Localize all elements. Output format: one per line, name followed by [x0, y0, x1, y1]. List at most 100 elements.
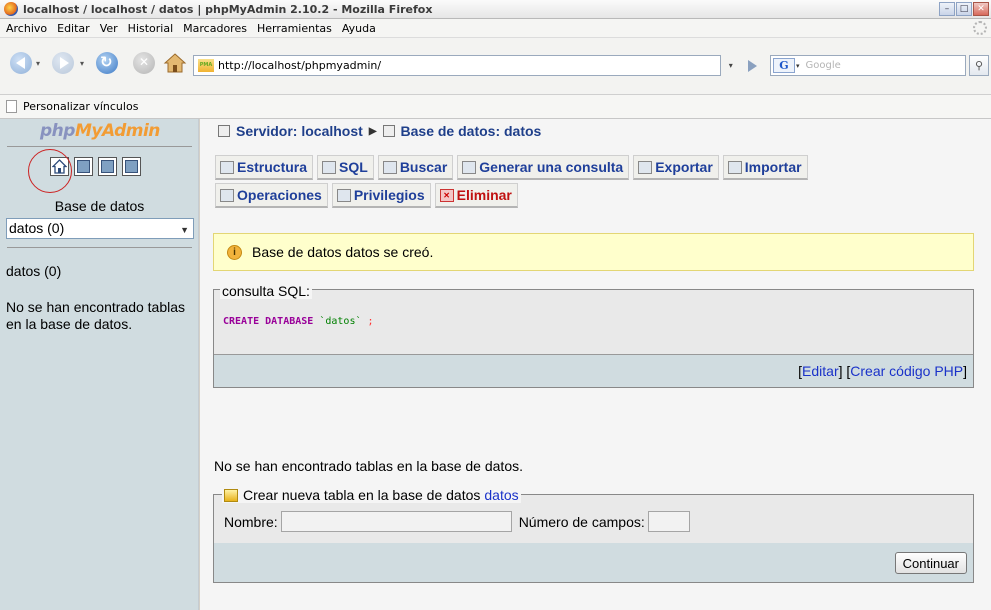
- tab-privilegios[interactable]: Privilegios: [331, 183, 431, 208]
- url-history-dropdown-icon[interactable]: ▾: [729, 61, 733, 70]
- export-icon: [638, 160, 653, 174]
- create-php-code-link[interactable]: Crear código PHP: [850, 363, 963, 379]
- breadcrumb-separator-icon: ▶: [368, 125, 377, 137]
- menu-ver[interactable]: Ver: [100, 22, 118, 35]
- main-content: Servidor: localhost ▶ Base de datos: dat…: [200, 119, 991, 610]
- sql-query-legend: consulta SQL:: [220, 283, 312, 299]
- back-history-dropdown-icon[interactable]: ▾: [36, 59, 40, 68]
- menu-archivo[interactable]: Archivo: [6, 22, 47, 35]
- firefox-logo-icon: [4, 2, 18, 16]
- go-arrow-icon[interactable]: [748, 59, 758, 72]
- create-table-form-row: Nombre: Número de campos:: [224, 511, 690, 532]
- bookmark-personalizar[interactable]: Personalizar vínculos: [23, 100, 138, 113]
- database-link[interactable]: datos: [484, 487, 518, 503]
- create-table-fieldset: Crear nueva tabla en la base de datos da…: [213, 487, 974, 583]
- import-icon: [727, 160, 742, 174]
- tab-buscar[interactable]: Buscar: [377, 155, 454, 180]
- magnifier-search-icon[interactable]: ⚲: [969, 55, 989, 76]
- sql-query-area: CREATE DATABASE `datos` ;: [214, 290, 973, 355]
- continue-button[interactable]: Continuar: [894, 552, 967, 574]
- operations-icon: [220, 188, 234, 202]
- forward-icon[interactable]: [52, 52, 74, 74]
- server-icon: [218, 125, 230, 137]
- phpmyadmin-sidebar: phpMyAdmin Base de datos datos (0) ▼ dat…: [0, 119, 199, 610]
- sql-query-window-icon[interactable]: [74, 157, 93, 176]
- site-favicon-icon: PMA: [198, 59, 214, 72]
- sql-query-actions: [Editar] [Crear código PHP]: [214, 355, 973, 387]
- highlight-circle-annotation: [28, 149, 72, 193]
- tab-row-1: Estructura SQL Buscar Generar una consul…: [215, 155, 808, 180]
- tab-eliminar[interactable]: ✕ Eliminar: [434, 183, 518, 208]
- menu-editar[interactable]: Editar: [57, 22, 90, 35]
- database-icon: [382, 125, 395, 137]
- no-tables-message: No se han encontrado tablas en la base d…: [6, 299, 186, 332]
- mysql-documentation-icon[interactable]: [122, 157, 141, 176]
- address-bar[interactable]: PMA http://localhost/phpmyadmin/: [193, 55, 721, 76]
- menu-herramientas[interactable]: Herramientas: [257, 22, 332, 35]
- close-icon[interactable]: ✕: [973, 2, 989, 16]
- maximize-icon[interactable]: □: [956, 2, 972, 16]
- window-titlebar: localhost / localhost / datos | phpMyAdm…: [0, 0, 991, 19]
- page-icon: [6, 100, 17, 113]
- search-bar[interactable]: G ▾ Google: [770, 55, 966, 76]
- window-title: localhost / localhost / datos | phpMyAdm…: [23, 2, 433, 16]
- create-table-legend: Crear nueva tabla en la base de datos da…: [222, 487, 521, 503]
- divider: [7, 146, 192, 147]
- sql-code: CREATE DATABASE `datos` ;: [223, 316, 374, 327]
- minimize-icon[interactable]: –: [939, 2, 955, 16]
- no-tables-message: No se han encontrado tablas en la base d…: [214, 458, 523, 474]
- menu-historial[interactable]: Historial: [128, 22, 173, 35]
- google-engine-icon[interactable]: G: [773, 58, 795, 73]
- delete-icon: ✕: [439, 188, 454, 202]
- divider: [7, 247, 192, 248]
- back-icon[interactable]: [10, 52, 32, 74]
- info-icon: i: [227, 244, 242, 260]
- search-placeholder[interactable]: Google: [806, 60, 841, 71]
- forward-history-dropdown-icon[interactable]: ▾: [80, 59, 84, 68]
- stop-icon[interactable]: [133, 52, 155, 74]
- create-table-actions: Continuar: [214, 543, 973, 582]
- breadcrumb: Servidor: localhost ▶ Base de datos: dat…: [218, 123, 541, 139]
- engine-dropdown-icon[interactable]: ▾: [796, 62, 800, 70]
- database-name[interactable]: datos (0): [6, 263, 61, 279]
- breadcrumb-database[interactable]: Base de datos: datos: [401, 123, 542, 139]
- search-icon: [382, 160, 397, 174]
- menu-ayuda[interactable]: Ayuda: [342, 22, 376, 35]
- notice-message: Base de datos datos se creó.: [252, 244, 434, 260]
- chevron-down-icon[interactable]: ▼: [180, 221, 189, 240]
- url-controls: ▾: [721, 55, 765, 76]
- tab-generar-consulta[interactable]: Generar una consulta: [457, 155, 630, 180]
- navigation-toolbar: ▾ ▾ PMA http://localhost/phpmyadmin/ ▾ G…: [0, 38, 991, 95]
- tab-estructura[interactable]: Estructura: [215, 155, 314, 180]
- url-text[interactable]: http://localhost/phpmyadmin/: [218, 59, 381, 72]
- phpmyadmin-logo[interactable]: phpMyAdmin: [40, 121, 160, 141]
- database-label: Base de datos: [54, 198, 145, 214]
- edit-link[interactable]: Editar: [802, 363, 839, 379]
- name-label: Nombre:: [224, 513, 278, 530]
- new-table-icon: [224, 488, 238, 502]
- sql-icon: [322, 160, 337, 174]
- success-notice: i Base de datos datos se creó.: [213, 233, 974, 271]
- structure-icon: [220, 160, 234, 174]
- documentation-icon[interactable]: [98, 157, 117, 176]
- query-icon: [462, 160, 477, 174]
- sql-query-fieldset: CREATE DATABASE `datos` ; consulta SQL: …: [213, 283, 974, 388]
- tab-row-2: Operaciones Privilegios ✕ Eliminar: [215, 183, 518, 208]
- menu-bar: Archivo Editar Ver Historial Marcadores …: [0, 19, 991, 38]
- menu-marcadores[interactable]: Marcadores: [183, 22, 247, 35]
- tab-importar[interactable]: Importar: [722, 155, 808, 180]
- fields-count-input[interactable]: [647, 511, 690, 532]
- tab-sql[interactable]: SQL: [317, 155, 374, 180]
- table-name-input[interactable]: [280, 511, 512, 532]
- database-select[interactable]: datos (0) ▼: [6, 218, 194, 239]
- window-controls: – □ ✕: [939, 2, 989, 16]
- tab-exportar[interactable]: Exportar: [633, 155, 719, 180]
- reload-icon[interactable]: [96, 52, 118, 74]
- home-icon[interactable]: [163, 52, 187, 74]
- bookmarks-toolbar: Personalizar vínculos: [0, 95, 991, 119]
- privileges-icon: [336, 188, 351, 202]
- fields-label: Número de campos:: [518, 513, 645, 530]
- tab-operaciones[interactable]: Operaciones: [215, 183, 328, 208]
- throbber-icon: [973, 21, 987, 35]
- breadcrumb-server[interactable]: Servidor: localhost: [236, 123, 363, 139]
